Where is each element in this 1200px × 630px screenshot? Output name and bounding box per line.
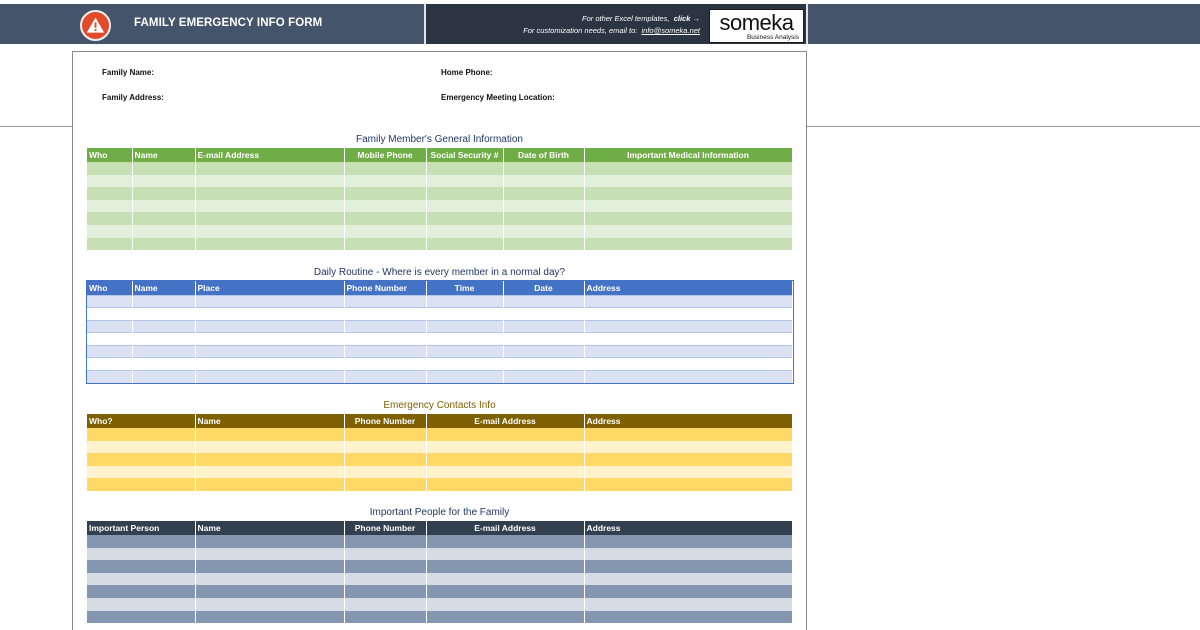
table-row[interactable]	[87, 187, 793, 200]
emergency-contacts-title: Emergency Contacts Info	[383, 400, 496, 411]
email-link[interactable]: info@someka.net	[642, 26, 700, 35]
table-row[interactable]	[87, 610, 793, 624]
table-row[interactable]	[87, 344, 793, 358]
column-header[interactable]: Mobile Phone	[344, 148, 427, 162]
column-header[interactable]: Social Security #	[426, 148, 504, 162]
table-row[interactable]	[87, 547, 793, 561]
column-header[interactable]: Who	[87, 148, 133, 162]
column-header[interactable]: Important Medical Information	[584, 148, 793, 162]
column-header[interactable]: Time	[426, 281, 504, 295]
meeting-location-label: Emergency Meeting Location:	[441, 93, 555, 102]
table-row[interactable]	[87, 597, 793, 611]
column-header[interactable]: Who	[87, 281, 133, 295]
table-row[interactable]	[87, 535, 793, 548]
family-name-label: Family Name:	[102, 68, 155, 77]
table-header-row: Who? Name Phone Number E-mail Address Ad…	[87, 414, 793, 428]
table-row[interactable]	[87, 465, 793, 479]
warning-icon	[80, 10, 111, 41]
logo-text: someka	[719, 10, 794, 35]
table-row[interactable]	[87, 307, 793, 321]
table-row[interactable]	[87, 294, 793, 308]
table-row[interactable]	[87, 224, 793, 238]
column-header[interactable]: Phone Number	[344, 414, 427, 428]
table-row[interactable]	[87, 572, 793, 586]
table-row[interactable]	[87, 212, 793, 225]
home-phone-label: Home Phone:	[441, 68, 493, 77]
daily-routine-title: Daily Routine - Where is every member in…	[313, 267, 566, 278]
someka-logo[interactable]: someka Business Analysis	[709, 9, 804, 43]
column-header[interactable]: Name	[195, 414, 345, 428]
column-header[interactable]: Phone Number	[344, 521, 427, 535]
spreadsheet-page: FAMILY EMERGENCY INFO FORM For other Exc…	[0, 0, 1200, 630]
column-header[interactable]: Phone Number	[344, 281, 427, 295]
column-header[interactable]: E-mail Address	[426, 521, 585, 535]
column-header[interactable]: Who?	[87, 414, 196, 428]
table-row[interactable]	[87, 440, 793, 454]
general-info-title: Family Member's General Information	[356, 134, 523, 145]
header-divider	[424, 4, 426, 44]
table-row[interactable]	[87, 585, 793, 598]
emergency-contacts-table: Who? Name Phone Number E-mail Address Ad…	[87, 414, 793, 491]
important-people-title: Important People for the Family	[369, 507, 510, 518]
table-row[interactable]	[87, 237, 793, 251]
table-row[interactable]	[87, 478, 793, 491]
column-header[interactable]: Name	[195, 521, 345, 535]
promo-text: For customization needs, email to:	[523, 26, 638, 35]
daily-routine-table: Who Name Place Phone Number Time Date Ad…	[86, 279, 794, 385]
table-header-row: Important Person Name Phone Number E-mai…	[87, 521, 793, 535]
table-row[interactable]	[87, 162, 793, 175]
column-header[interactable]: Address	[584, 521, 793, 535]
column-header[interactable]: E-mail Address	[426, 414, 585, 428]
column-header[interactable]: Address	[584, 414, 793, 428]
table-row[interactable]	[87, 174, 793, 188]
table-header-row: Who Name E-mail Address Mobile Phone Soc…	[87, 148, 793, 162]
promo-text: For other Excel templates,	[582, 14, 670, 23]
promo-line-email: For customization needs, email to: info@…	[523, 26, 700, 35]
table-row[interactable]	[87, 319, 793, 333]
column-header[interactable]: E-mail Address	[195, 148, 345, 162]
logo-subtitle: Business Analysis	[746, 34, 799, 41]
table-header-row: Who Name Place Phone Number Time Date Ad…	[87, 281, 793, 295]
column-header[interactable]: Date	[503, 281, 585, 295]
table-row[interactable]	[87, 332, 793, 346]
table-row[interactable]	[87, 428, 793, 441]
table-row[interactable]	[87, 453, 793, 466]
column-header[interactable]: Name	[132, 281, 196, 295]
table-row[interactable]	[87, 370, 793, 384]
table-row[interactable]	[87, 357, 793, 371]
column-header[interactable]: Name	[132, 148, 196, 162]
column-header[interactable]: Important Person	[87, 521, 196, 535]
general-info-table: Who Name E-mail Address Mobile Phone Soc…	[87, 148, 793, 251]
header-divider	[806, 4, 808, 44]
important-people-table: Important Person Name Phone Number E-mai…	[87, 521, 793, 624]
column-header[interactable]: Address	[584, 281, 793, 295]
table-row[interactable]	[87, 199, 793, 213]
arrow-right-icon: →	[692, 14, 701, 23]
click-link[interactable]: click	[674, 14, 691, 23]
table-row[interactable]	[87, 560, 793, 573]
column-header[interactable]: Place	[195, 281, 345, 295]
promo-line-templates: For other Excel templates, click →	[582, 14, 700, 23]
header-bar: FAMILY EMERGENCY INFO FORM For other Exc…	[0, 4, 1200, 44]
column-header[interactable]: Date of Birth	[503, 148, 585, 162]
page-title: FAMILY EMERGENCY INFO FORM	[134, 17, 323, 29]
family-address-label: Family Address:	[102, 93, 164, 102]
